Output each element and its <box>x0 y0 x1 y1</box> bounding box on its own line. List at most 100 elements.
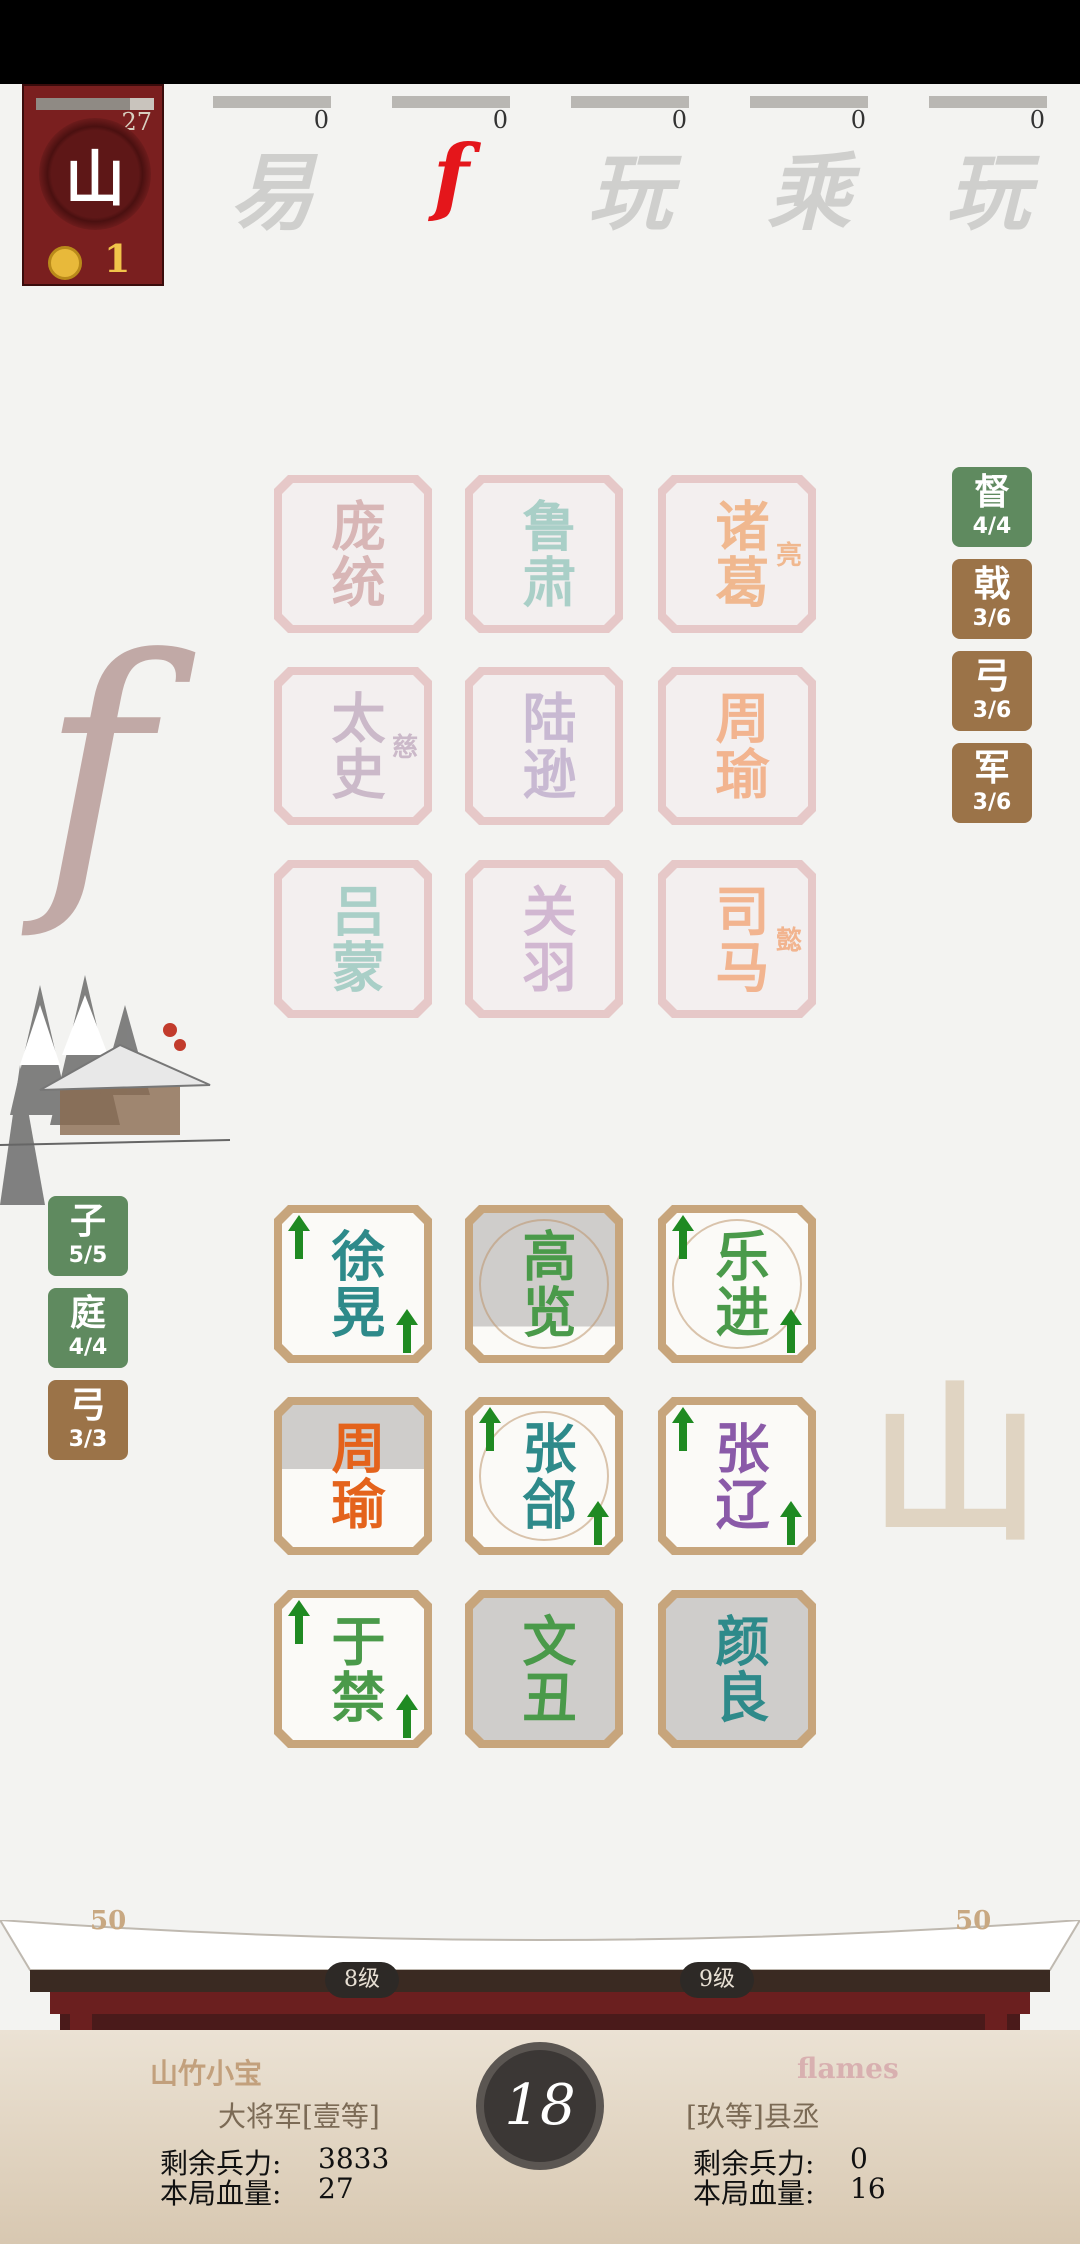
my-troops: 3833 <box>318 2142 390 2175</box>
opponent-glyph: f <box>432 126 470 225</box>
upgrade-arrow-icon <box>780 1501 802 1545</box>
opponent-slot[interactable]: 0玩 <box>929 96 1047 242</box>
opponent-troops: 0 <box>850 2142 868 2175</box>
upgrade-arrow-icon <box>396 1694 418 1738</box>
upgrade-arrow-icon <box>780 1309 802 1353</box>
bottom-panel: 50 50 8级 9级 18 山竹小宝 大将军[壹等] 剩余兵力: 3833 本… <box>0 1900 1080 2244</box>
my-unit-tile[interactable]: 张郃 <box>465 1397 623 1555</box>
round-timer: 18 <box>476 2042 604 2170</box>
enemy-unit-tile[interactable]: 庞统 <box>274 475 432 633</box>
synergy-char: 弓 <box>973 656 1010 697</box>
right-points: 50 <box>955 1906 992 1936</box>
synergy-char: 庭 <box>69 1293 106 1334</box>
my-unit-tile[interactable]: 文丑 <box>465 1590 623 1748</box>
unit-name-suffix: 慈 <box>391 733 418 763</box>
opponent-glyph: 玩 <box>587 143 672 242</box>
synergy-count: 3/6 <box>972 790 1012 815</box>
enemy-synergy-badge[interactable]: 军 3/6 <box>952 743 1032 823</box>
synergy-count: 3/6 <box>972 606 1012 631</box>
synergy-count: 4/4 <box>972 514 1012 539</box>
my-synergy-badge[interactable]: 子 5/5 <box>48 1196 128 1276</box>
unit-name: 高览 <box>513 1228 576 1340</box>
unit-name: 关羽 <box>513 883 576 995</box>
my-player-glyph: 山 <box>870 1365 1041 1565</box>
my-hp: 27 <box>318 2172 354 2205</box>
opponent-hp-label: 本局血量: <box>693 2177 815 2210</box>
unit-name: 庞统 <box>322 498 385 610</box>
unit-name-suffix: 亮 <box>775 541 802 571</box>
unit-name: 于禁 <box>322 1613 385 1725</box>
synergy-count: 5/5 <box>68 1243 108 1268</box>
player-card[interactable]: 27 山 1 <box>22 84 164 286</box>
unit-name: 颜良 <box>706 1613 769 1725</box>
my-synergy-badge[interactable]: 弓 3/3 <box>48 1380 128 1460</box>
synergy-char: 军 <box>973 748 1010 789</box>
enemy-unit-tile[interactable]: 诸葛亮 <box>658 475 816 633</box>
enemy-unit-tile[interactable]: 陆逊 <box>465 667 623 825</box>
enemy-synergy-badge[interactable]: 戟 3/6 <box>952 559 1032 639</box>
coin-count: 1 <box>104 236 131 281</box>
synergy-char: 督 <box>973 472 1010 513</box>
synergy-count: 3/6 <box>972 698 1012 723</box>
my-title: 大将军[壹等] <box>218 2100 380 2133</box>
unit-name: 太史 <box>322 690 385 802</box>
opponent-level: 9级 <box>680 1962 754 1998</box>
upgrade-arrow-icon <box>587 1501 609 1545</box>
enemy-player-glyph: f <box>40 595 152 944</box>
upgrade-arrow-icon <box>672 1215 694 1259</box>
status-bar <box>0 0 1080 84</box>
opponent-name: flames <box>797 2052 899 2085</box>
upgrade-arrow-icon <box>288 1215 310 1259</box>
enemy-unit-tile[interactable]: 司马懿 <box>658 860 816 1018</box>
upgrade-arrow-icon <box>396 1309 418 1353</box>
enemy-unit-tile[interactable]: 吕蒙 <box>274 860 432 1018</box>
synergy-char: 弓 <box>69 1385 106 1426</box>
my-name: 山竹小宝 <box>150 2057 263 2090</box>
unit-name: 鲁肃 <box>513 498 576 610</box>
player-hp-fill <box>36 98 131 110</box>
enemy-unit-tile[interactable]: 鲁肃 <box>465 475 623 633</box>
opponent-slot[interactable]: 0乘 <box>750 96 868 242</box>
player-seal: 山 <box>39 118 151 230</box>
my-synergy-badge[interactable]: 庭 4/4 <box>48 1288 128 1368</box>
my-unit-tile[interactable]: 高览 <box>465 1205 623 1363</box>
upgrade-arrow-icon <box>479 1407 501 1451</box>
my-unit-tile[interactable]: 张辽 <box>658 1397 816 1555</box>
unit-name: 周瑜 <box>706 690 769 802</box>
my-unit-tile[interactable]: 徐晃 <box>274 1205 432 1363</box>
opponent-slot[interactable]: 0易 <box>213 96 331 242</box>
unit-name: 张辽 <box>706 1420 769 1532</box>
unit-name: 吕蒙 <box>322 883 385 995</box>
synergy-char: 戟 <box>973 564 1010 605</box>
opponent-title: [玖等]县丞 <box>686 2100 820 2133</box>
my-unit-tile[interactable]: 颜良 <box>658 1590 816 1748</box>
pavilion-roof <box>0 1920 1080 2030</box>
my-unit-tile[interactable]: 于禁 <box>274 1590 432 1748</box>
my-level: 8级 <box>325 1962 399 1998</box>
my-unit-tile[interactable]: 周瑜 <box>274 1397 432 1555</box>
enemy-unit-tile[interactable]: 关羽 <box>465 860 623 1018</box>
opponent-glyph: 玩 <box>945 143 1030 242</box>
synergy-count: 3/3 <box>68 1427 108 1452</box>
enemy-unit-tile[interactable]: 太史慈 <box>274 667 432 825</box>
unit-name: 张郃 <box>513 1420 576 1532</box>
my-hp-label: 本局血量: <box>160 2177 282 2210</box>
unit-name: 文丑 <box>513 1613 576 1725</box>
enemy-unit-tile[interactable]: 周瑜 <box>658 667 816 825</box>
opponent-hp: 16 <box>850 2172 886 2205</box>
opponent-slot[interactable]: 0f <box>392 96 510 236</box>
synergy-count: 4/4 <box>68 1335 108 1360</box>
enemy-synergy-badge[interactable]: 弓 3/6 <box>952 651 1032 731</box>
my-unit-tile[interactable]: 乐进 <box>658 1205 816 1363</box>
opponent-slot[interactable]: 0玩 <box>571 96 689 242</box>
upgrade-arrow-icon <box>288 1600 310 1644</box>
opponent-glyph: 易 <box>229 143 314 242</box>
enemy-synergy-badge[interactable]: 督 4/4 <box>952 467 1032 547</box>
left-points: 50 <box>90 1906 127 1936</box>
upgrade-arrow-icon <box>672 1407 694 1451</box>
opponent-glyph: 乘 <box>766 143 851 242</box>
unit-name-suffix: 懿 <box>775 926 802 956</box>
unit-name: 司马 <box>706 883 769 995</box>
unit-name: 陆逊 <box>513 690 576 802</box>
coin-icon <box>48 246 82 280</box>
